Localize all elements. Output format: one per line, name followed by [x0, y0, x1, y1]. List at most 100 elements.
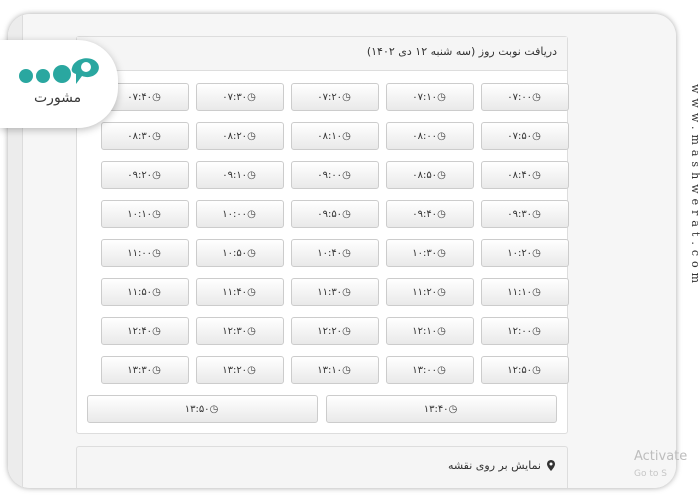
time-slot-label: ۱۰:۱۰ [127, 208, 153, 220]
clock-icon: ◷ [247, 286, 256, 298]
clock-icon: ◷ [532, 364, 541, 376]
clock-icon: ◷ [247, 169, 256, 181]
time-slot-button[interactable]: ۱۳:۱۰ ◷ [291, 356, 379, 384]
time-slot-button[interactable]: ۱۲:۵۰ ◷ [481, 356, 569, 384]
time-slot-button[interactable]: ۱۲:۳۰ ◷ [196, 317, 284, 345]
clock-icon: ◷ [437, 91, 446, 103]
clock-icon: ◷ [437, 208, 446, 220]
time-slot-button[interactable]: ۰۸:۳۰ ◷ [101, 122, 189, 150]
time-slot-button[interactable]: ۱۱:۲۰ ◷ [386, 278, 474, 306]
time-slot-button[interactable]: ۱۱:۴۰ ◷ [196, 278, 284, 306]
time-slot-button[interactable]: ۰۸:۴۰ ◷ [481, 161, 569, 189]
time-slot-label: ۰۸:۴۰ [507, 169, 533, 181]
clock-icon: ◷ [437, 130, 446, 142]
time-slot-label: ۰۸:۰۰ [412, 130, 438, 142]
time-slot-button[interactable]: ۱۳:۳۰ ◷ [101, 356, 189, 384]
clock-icon: ◷ [247, 130, 256, 142]
time-slot-button[interactable]: ۱۱:۰۰ ◷ [101, 239, 189, 267]
clock-icon: ◷ [532, 208, 541, 220]
time-slot-button[interactable]: ۰۹:۴۰ ◷ [386, 200, 474, 228]
time-slot-label: ۰۸:۵۰ [412, 169, 438, 181]
clock-icon: ◷ [342, 91, 351, 103]
time-slot-label: ۱۰:۰۰ [222, 208, 248, 220]
show-on-map-link[interactable]: نمایش بر روی نقشه [448, 459, 555, 472]
logo-text: مشورت [34, 90, 82, 106]
clock-icon: ◷ [437, 247, 446, 259]
time-slot-button[interactable]: ۱۰:۴۰ ◷ [291, 239, 379, 267]
time-slot-button[interactable]: ۱۳:۰۰ ◷ [386, 356, 474, 384]
time-slot-label: ۱۳:۳۰ [127, 364, 153, 376]
time-slot-button[interactable]: ۱۳:۵۰ ◷ [87, 395, 318, 423]
time-slot-label: ۰۹:۵۰ [317, 208, 343, 220]
map-panel[interactable]: نمایش بر روی نقشه [76, 446, 568, 488]
time-slot-label: ۱۲:۰۰ [507, 325, 533, 337]
time-slot-button[interactable]: ۱۰:۰۰ ◷ [196, 200, 284, 228]
clock-icon: ◷ [247, 325, 256, 337]
clock-icon: ◷ [247, 208, 256, 220]
clock-icon: ◷ [448, 403, 458, 415]
time-slot-button[interactable]: ۱۰:۱۰ ◷ [101, 200, 189, 228]
time-slot-button[interactable]: ۱۳:۲۰ ◷ [196, 356, 284, 384]
clock-icon: ◷ [342, 247, 351, 259]
clock-icon: ◷ [152, 325, 161, 337]
site-logo: مشورت [0, 40, 118, 128]
time-slot-button[interactable]: ۰۹:۲۰ ◷ [101, 161, 189, 189]
map-marker-icon [547, 460, 555, 471]
time-slot-button[interactable]: ۰۹:۰۰ ◷ [291, 161, 379, 189]
time-slot-button[interactable]: ۰۸:۲۰ ◷ [196, 122, 284, 150]
time-slot-button[interactable]: ۰۸:۰۰ ◷ [386, 122, 474, 150]
time-slot-button[interactable]: ۰۷:۲۰ ◷ [291, 83, 379, 111]
time-slot-label: ۰۸:۱۰ [317, 130, 343, 142]
time-slot-label: ۱۲:۵۰ [507, 364, 533, 376]
clock-icon: ◷ [532, 91, 541, 103]
time-slot-button[interactable]: ۰۹:۳۰ ◷ [481, 200, 569, 228]
panel-title: دریافت نوبت روز (سه شنبه ۱۲ دی ۱۴۰۲) [366, 45, 557, 58]
clock-icon: ◷ [342, 364, 351, 376]
time-slot-label: ۰۹:۴۰ [412, 208, 438, 220]
time-slot-button[interactable]: ۱۰:۵۰ ◷ [196, 239, 284, 267]
activate-windows-title: Activate [634, 449, 688, 464]
time-slot-button[interactable]: ۰۷:۰۰ ◷ [481, 83, 569, 111]
time-slot-button[interactable]: ۱۲:۲۰ ◷ [291, 317, 379, 345]
time-slot-button[interactable]: ۱۰:۳۰ ◷ [386, 239, 474, 267]
time-slot-label: ۱۱:۵۰ [127, 286, 153, 298]
time-slot-button[interactable]: ۱۳:۴۰ ◷ [326, 395, 557, 423]
time-slot-label: ۰۹:۳۰ [507, 208, 533, 220]
clock-icon: ◷ [152, 364, 161, 376]
clock-icon: ◷ [152, 91, 161, 103]
clock-icon: ◷ [342, 169, 351, 181]
time-slot-button[interactable]: ۰۷:۳۰ ◷ [196, 83, 284, 111]
time-slot-label: ۱۳:۰۰ [412, 364, 438, 376]
clock-icon: ◷ [342, 130, 351, 142]
time-slot-button[interactable]: ۰۹:۵۰ ◷ [291, 200, 379, 228]
time-slot-button[interactable]: ۱۱:۳۰ ◷ [291, 278, 379, 306]
time-slot-button[interactable]: ۰۸:۵۰ ◷ [386, 161, 474, 189]
time-slot-label: ۰۷:۳۰ [222, 91, 248, 103]
clock-icon: ◷ [247, 247, 256, 259]
time-slot-label: ۱۳:۱۰ [317, 364, 343, 376]
time-slot-label: ۱۰:۳۰ [412, 247, 438, 259]
logo-mark-icon [19, 58, 99, 84]
clock-icon: ◷ [247, 91, 256, 103]
time-slot-button[interactable]: ۱۲:۴۰ ◷ [101, 317, 189, 345]
clock-icon: ◷ [247, 364, 256, 376]
time-slot-label: ۰۹:۱۰ [222, 169, 248, 181]
clock-icon: ◷ [437, 325, 446, 337]
time-slot-label: ۰۷:۵۰ [507, 130, 533, 142]
time-slot-button[interactable]: ۰۸:۱۰ ◷ [291, 122, 379, 150]
clock-icon: ◷ [152, 286, 161, 298]
clock-icon: ◷ [532, 247, 541, 259]
time-slot-label: ۱۰:۴۰ [317, 247, 343, 259]
time-slot-button[interactable]: ۰۹:۱۰ ◷ [196, 161, 284, 189]
time-slot-button[interactable]: ۱۰:۲۰ ◷ [481, 239, 569, 267]
time-slot-button[interactable]: ۰۷:۱۰ ◷ [386, 83, 474, 111]
time-slot-button[interactable]: ۱۱:۱۰ ◷ [481, 278, 569, 306]
time-slot-button[interactable]: ۱۲:۱۰ ◷ [386, 317, 474, 345]
time-slot-button[interactable]: ۰۷:۵۰ ◷ [481, 122, 569, 150]
time-slot-button[interactable]: ۱۲:۰۰ ◷ [481, 317, 569, 345]
clock-icon: ◷ [152, 208, 161, 220]
clock-icon: ◷ [152, 169, 161, 181]
time-slot-label: ۱۳:۴۰ [423, 403, 449, 415]
time-slot-button[interactable]: ۱۱:۵۰ ◷ [101, 278, 189, 306]
clock-icon: ◷ [532, 130, 541, 142]
